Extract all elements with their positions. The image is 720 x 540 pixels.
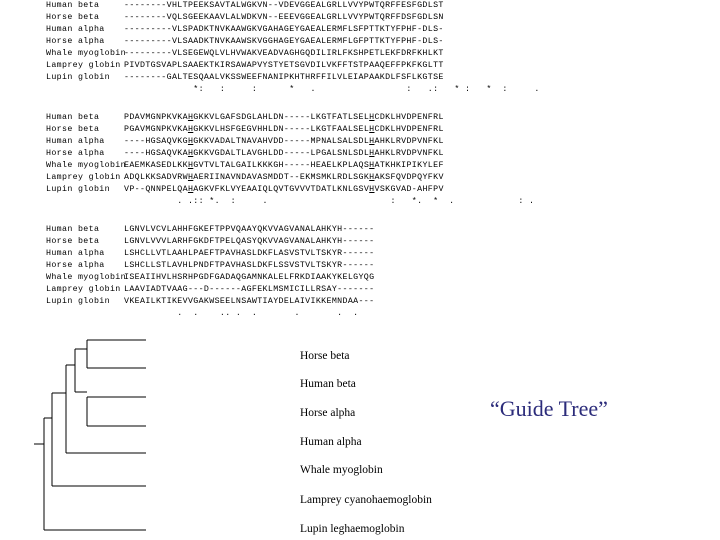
conservation-symbols: *: : : * . : .: * : * : .	[124, 85, 540, 94]
tree-leaf-label: Horse beta	[300, 350, 350, 362]
alignment-sequence-residues: PIVDTGSVAPLSAAEKTKIRSAWAPVYSTYETSGVDILVK…	[124, 61, 444, 70]
alignment-row: Horse beta PGAVMGNPKVKAHGKKVLHSFGEGVHHLDN…	[0, 124, 720, 136]
tree-leaf-label: Human beta	[300, 378, 356, 390]
alignment-block: Human beta LGNVLVCVLAHHFGKEFTPPVQAAYQKVVA…	[0, 224, 720, 320]
alignment-row: Lupin globin --------GALTESQAALVKSSWEEFNA…	[0, 72, 720, 84]
block-separator	[0, 208, 720, 224]
alignment-row: Lamprey globin LAAVIADTVAAG---D------AGFE…	[0, 284, 720, 296]
alignment-sequence-name: Human beta	[46, 113, 100, 122]
alignment-sequence-name: Horse beta	[46, 125, 100, 134]
alignment-row: Horse alpha ---------VLSAADKTNVKAAWSKVGGH…	[0, 36, 720, 48]
alignment-sequence-residues: ---------VLSPADKTNVKAAWGKVGAHAGEYGAEALER…	[124, 25, 444, 34]
alignment-sequence-residues: LGNVLVCVLAHHFGKEFTPPVQAAYQKVVAGVANALAHKY…	[124, 225, 375, 234]
conservation-label-spacer	[0, 196, 124, 208]
sequence-alignment: Human beta --------VHLTPEEKSAVTALWGKVN--V…	[0, 0, 720, 320]
alignment-conservation-row: . .:: *. : . : *. * . : .	[0, 196, 720, 208]
alignment-row: Lupin globin VKEAILKTIKEVVGAKWSEELNSAWTIA…	[0, 296, 720, 308]
alignment-sequence-name: Horse alpha	[46, 261, 105, 270]
alignment-row: Human alpha ----HGSAQVKGHGKKVADALTNAVAHVD…	[0, 136, 720, 148]
alignment-row: Whale myoglobin ---------VLSEGEWQLVLHVWAK…	[0, 48, 720, 60]
alignment-sequence-residues: ----HGSAQVKGHGKKVADALTNAVAHVDD-----MPNAL…	[124, 137, 444, 146]
alignment-sequence-residues: VKEAILKTIKEVVGAKWSEELNSAWTIAYDELAIVIKKEM…	[124, 297, 375, 306]
alignment-row: Whale myoglobin EAEMKASEDLKKHGVTVLTALGAIL…	[0, 160, 720, 172]
alignment-sequence-residues: EAEMKASEDLKKHGVTVLTALGAILKKKGH-----HEAEL…	[124, 161, 444, 170]
alignment-block: Human beta --------VHLTPEEKSAVTALWGKVN--V…	[0, 0, 720, 96]
alignment-sequence-name: Whale myoglobin	[46, 273, 126, 282]
alignment-sequence-name: Lupin globin	[46, 185, 110, 194]
alignment-sequence-residues: PGAVMGNPKVKAHGKKVLHSFGEGVHHLDN-----LKGTF…	[124, 125, 444, 134]
alignment-row: Whale myoglobin ISEAIIHVLHSRHPGDFGADAQGAM…	[0, 272, 720, 284]
alignment-row: Human alpha LSHCLLVTLAAHLPAEFTPAVHASLDKFL…	[0, 248, 720, 260]
alignment-sequence-name: Horse beta	[46, 13, 100, 22]
alignment-row: Horse alpha ----HGSAQVKAHGKKVGDALTLAVGHLD…	[0, 148, 720, 160]
tree-leaf-label: Human alpha	[300, 436, 362, 448]
alignment-row: Horse beta LGNVLVVVLARHFGKDFTPELQASYQKVVA…	[0, 236, 720, 248]
alignment-row: Lamprey globin ADQLKKSADVRWHAERIINAVNDAVA…	[0, 172, 720, 184]
alignment-row: Human beta --------VHLTPEEKSAVTALWGKVN--V…	[0, 0, 720, 12]
alignment-row: Horse alpha LSHCLLSTLAVHLPNDFTPAVHASLDKFL…	[0, 260, 720, 272]
alignment-sequence-residues: ADQLKKSADVRWHAERIINAVNDAVASMDDT--EKMSMKL…	[124, 173, 444, 182]
tree-branches	[34, 339, 146, 531]
conservation-label-spacer	[0, 308, 124, 320]
alignment-sequence-name: Lupin globin	[46, 73, 110, 82]
alignment-row: Lupin globin VP--QNNPELQAHAGKVFKLVYEAAIQL…	[0, 184, 720, 196]
alignment-row: Human alpha ---------VLSPADKTNVKAAWGKVGAH…	[0, 24, 720, 36]
tree-leaf-label: Lupin leghaemoglobin	[300, 523, 405, 535]
alignment-sequence-residues: LSHCLLSTLAVHLPNDFTPAVHASLDKFLSSVSTVLTSKY…	[124, 261, 375, 270]
alignment-conservation-row: *: : : * . : .: * : * : .	[0, 84, 720, 96]
alignment-sequence-residues: ISEAIIHVLHSRHPGDFGADAQGAMNKALELFRKDIAAKY…	[124, 273, 375, 282]
block-separator	[0, 96, 720, 112]
alignment-sequence-name: Human alpha	[46, 137, 105, 146]
alignment-sequence-name: Human beta	[46, 1, 100, 10]
alignment-sequence-residues: ----HGSAQVKAHGKKVGDALTLAVGHLDD-----LPGAL…	[124, 149, 444, 158]
alignment-sequence-residues: --------VHLTPEEKSAVTALWGKVN--VDEVGGEALGR…	[124, 1, 444, 10]
alignment-sequence-name: Lupin globin	[46, 297, 110, 306]
alignment-row: Human beta LGNVLVCVLAHHFGKEFTPPVQAAYQKVVA…	[0, 224, 720, 236]
alignment-sequence-residues: --------VQLSGEEKAAVLALWDKVN--EEEVGGEALGR…	[124, 13, 444, 22]
alignment-sequence-residues: LAAVIADTVAAG---D------AGFEKLMSMICILLRSAY…	[124, 285, 375, 294]
guide-tree-caption: “Guide Tree”	[490, 396, 608, 421]
tree-leaf-label: Horse alpha	[300, 407, 356, 419]
alignment-sequence-residues: --------GALTESQAALVKSSWEEFNANIPKHTHRFFIL…	[124, 73, 444, 82]
alignment-sequence-name: Lamprey globin	[46, 61, 121, 70]
alignment-sequence-residues: ---------VLSAADKTNVKAAWSKVGGHAGEYGAEALER…	[124, 37, 444, 46]
alignment-sequence-residues: LSHCLLVTLAAHLPAEFTPAVHASLDKFLASVSTVLTSKY…	[124, 249, 375, 258]
alignment-sequence-name: Lamprey globin	[46, 285, 121, 294]
alignment-sequence-name: Whale myoglobin	[46, 49, 126, 58]
alignment-sequence-name: Horse beta	[46, 237, 100, 246]
conservation-label-spacer	[0, 84, 124, 96]
alignment-sequence-name: Human alpha	[46, 25, 105, 34]
alignment-sequence-name: Whale myoglobin	[46, 161, 126, 170]
conservation-symbols: . .:: *. : . : *. * . : .	[124, 197, 535, 206]
alignment-sequence-name: Lamprey globin	[46, 173, 121, 182]
alignment-row: Human beta PDAVMGNPKVKAHGKKVLGAFSDGLAHLDN…	[0, 112, 720, 124]
alignment-sequence-residues: VP--QNNPELQAHAGKVFKLVYEAAIQLQVTGVVVTDATL…	[124, 185, 444, 194]
alignment-sequence-residues: LGNVLVVVLARHFGKDFTPELQASYQKVVAGVANALAHKY…	[124, 237, 375, 246]
alignment-sequence-residues: ---------VLSEGEWQLVLHVWAKVEADVAGHGQDILIR…	[124, 49, 444, 58]
alignment-sequence-name: Horse alpha	[46, 37, 105, 46]
alignment-row: Horse beta --------VQLSGEEKAAVLALWDKVN--E…	[0, 12, 720, 24]
alignment-row: Lamprey globin PIVDTGSVAPLSAAEKTKIRSAWAPV…	[0, 60, 720, 72]
conservation-symbols: . . .. . . . . .	[124, 309, 359, 318]
alignment-sequence-residues: PDAVMGNPKVKAHGKKVLGAFSDGLAHLDN-----LKGTF…	[124, 113, 444, 122]
alignment-sequence-name: Human beta	[46, 225, 100, 234]
alignment-sequence-name: Human alpha	[46, 249, 105, 258]
alignment-block: Human beta PDAVMGNPKVKAHGKKVLGAFSDGLAHLDN…	[0, 112, 720, 208]
alignment-conservation-row: . . .. . . . . .	[0, 308, 720, 320]
tree-leaf-label: Lamprey cyanohaemoglobin	[300, 494, 432, 506]
alignment-sequence-name: Horse alpha	[46, 149, 105, 158]
tree-leaf-label: Whale myoglobin	[300, 464, 383, 476]
